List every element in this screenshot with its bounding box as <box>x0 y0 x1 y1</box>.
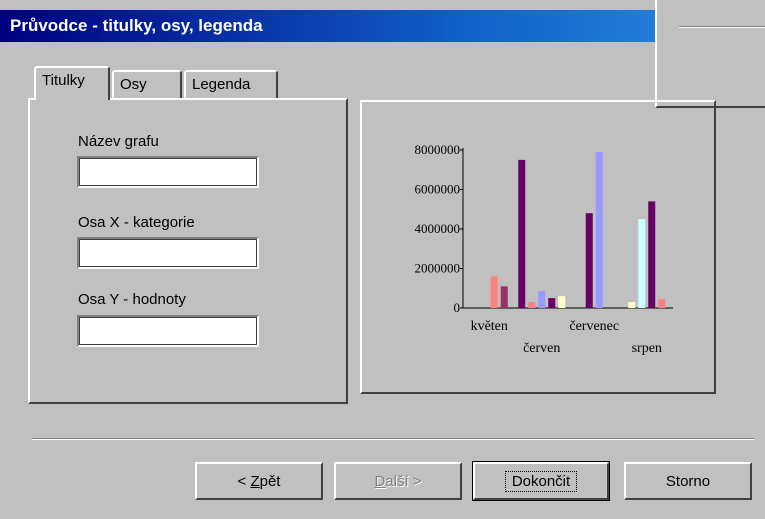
next-label-rest: alší > <box>385 472 422 490</box>
chart-bar <box>595 151 603 308</box>
x-tick-label: červenec <box>569 319 619 334</box>
chart-bar <box>538 291 546 308</box>
chart-bar <box>658 299 666 308</box>
chart-title-label: Název grafu <box>78 133 159 150</box>
chart-bar <box>585 213 593 308</box>
back-prefix: < <box>237 472 251 490</box>
next-accesskey: D <box>374 472 386 490</box>
chart-bar <box>528 302 536 308</box>
chart-bar <box>558 296 566 308</box>
chart-bar <box>518 159 526 308</box>
chart-bar <box>628 302 636 308</box>
y-tick-label: 4000000 <box>415 221 461 236</box>
back-label-rest: pět <box>259 472 281 490</box>
x-tick-label: červen <box>523 341 560 356</box>
tab-legenda[interactable]: Legenda <box>184 70 278 98</box>
chart-bar <box>548 298 556 308</box>
y-axis-input[interactable] <box>77 315 259 347</box>
cancel-button[interactable]: Storno <box>624 462 752 500</box>
tab-titulky[interactable]: Titulky <box>34 66 110 100</box>
separator <box>32 438 754 440</box>
y-tick-label: 2000000 <box>415 261 461 276</box>
x-axis-input[interactable] <box>77 237 259 269</box>
back-accesskey: Z <box>250 472 260 490</box>
top-strip <box>0 0 765 10</box>
finish-label: Dokončit <box>504 470 578 492</box>
window-title: Průvodce - titulky, osy, legenda <box>0 10 765 42</box>
y-tick-label: 6000000 <box>415 182 461 197</box>
chart-bar <box>638 219 646 308</box>
next-button[interactable]: Další > <box>334 462 462 500</box>
chart-bar <box>648 201 656 308</box>
chart-bar <box>500 286 508 308</box>
overlapping-window <box>655 0 765 108</box>
x-tick-label: srpen <box>632 341 662 356</box>
y-axis-label: Osa Y - hodnoty <box>78 291 186 308</box>
chart-svg: 0 2000000 4000000 6000000 8000000 květen červe… <box>415 142 673 356</box>
y-tick-label: 0 <box>454 300 461 315</box>
finish-button[interactable]: Dokončit <box>472 461 610 501</box>
x-axis-label: Osa X - kategorie <box>78 214 195 231</box>
x-tick-label: květen <box>471 319 508 334</box>
back-button[interactable]: < Zpět <box>195 462 323 500</box>
chart-bar <box>490 276 498 308</box>
divider <box>679 26 765 28</box>
tab-osy[interactable]: Osy <box>112 70 182 98</box>
y-tick-label: 8000000 <box>415 142 461 157</box>
chart-title-input[interactable] <box>77 156 259 188</box>
